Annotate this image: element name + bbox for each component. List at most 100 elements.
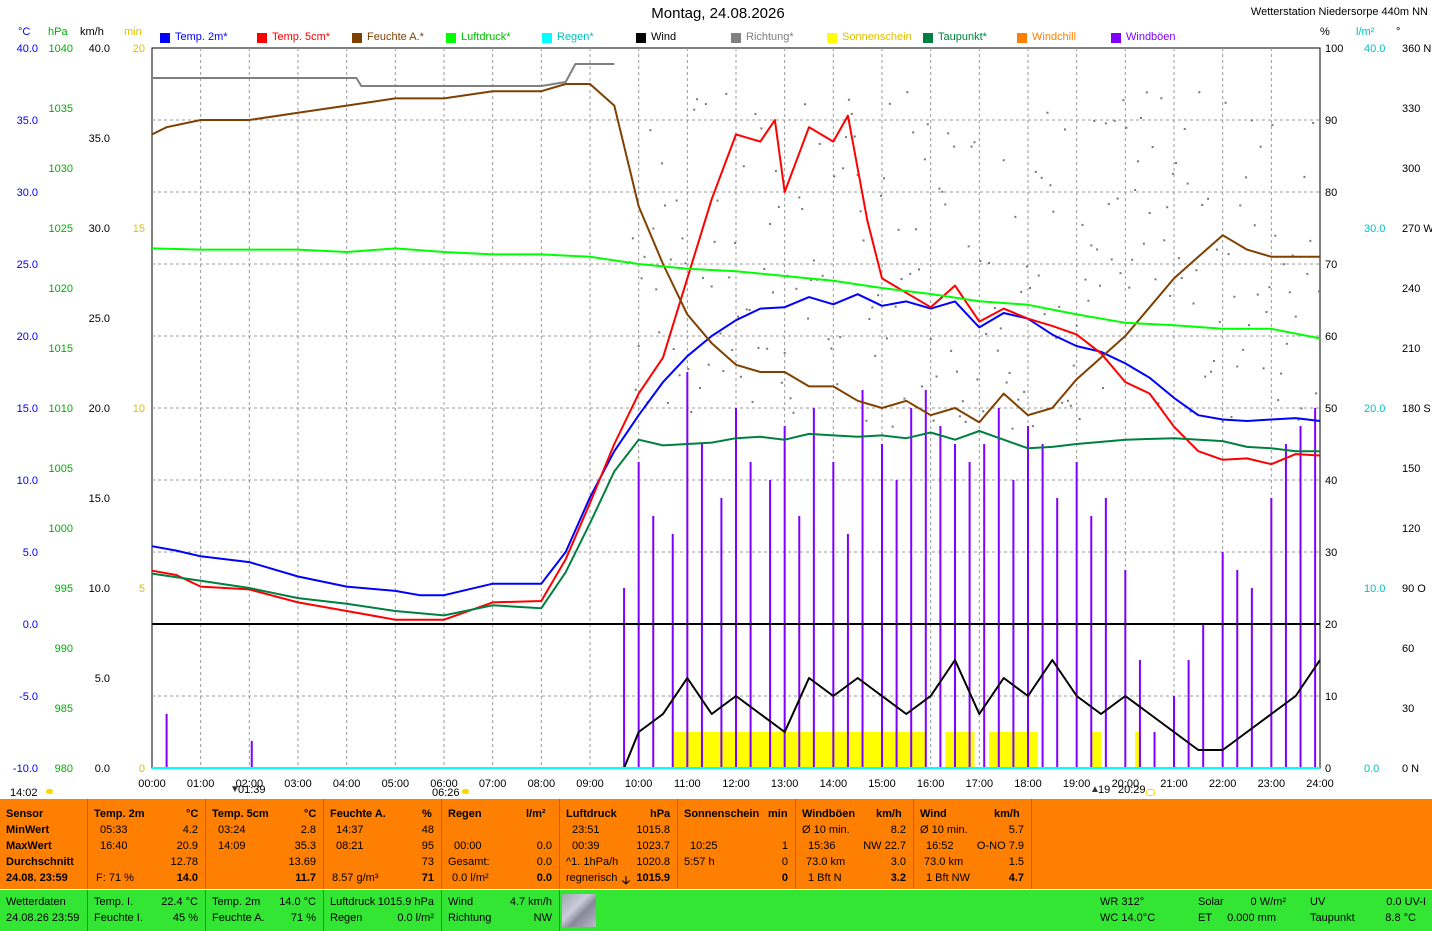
direction-dot (1031, 425, 1034, 428)
dewpoint-value: 8.8 °C (1385, 912, 1416, 924)
windchill-value: WC 14.0°C (1100, 912, 1156, 924)
y-tick-label: 150 (1402, 463, 1420, 475)
y-tick-label: 60 (1402, 643, 1414, 655)
direction-dot (1034, 170, 1037, 173)
rain-value: 0.0 l/m² (397, 912, 434, 924)
y-tick-label: 100 (1325, 43, 1343, 55)
direction-dot (1183, 127, 1186, 130)
direction-dot (874, 354, 877, 357)
direction-dot (1195, 269, 1198, 272)
direction-dot (1285, 342, 1288, 345)
current-timestamp: 24.08.26 23:59 (6, 912, 80, 924)
direction-dot (649, 129, 652, 132)
regen-header: Regen (448, 808, 482, 820)
y-tick-label: 30.0 (1364, 223, 1385, 235)
direction-dot (953, 145, 956, 148)
boeen-max-value: NW 22.7 (863, 840, 906, 852)
legend-swatch (352, 33, 362, 43)
pressure-label: Luftdruck (330, 896, 376, 908)
sunrise-time: 01:39 (238, 784, 266, 796)
boeen-header: Windböen (802, 808, 856, 820)
direction-dot (862, 239, 865, 242)
station-label: Wetterstation Niedersorpe 440m NN (1250, 6, 1428, 18)
direction-dot (818, 142, 821, 145)
row-label-min: MinWert (6, 824, 50, 836)
luftdruck-min-time: 23:51 (572, 824, 600, 836)
direction-dot (774, 169, 777, 172)
direction-dot (1040, 176, 1043, 179)
regen-total: 0.0 (536, 856, 552, 868)
direction-dot (1049, 184, 1052, 187)
temp5cm-unit: °C (304, 808, 317, 820)
y-tick-label: 40 (1325, 475, 1337, 487)
direction-value: NW (533, 912, 552, 924)
direction-dot (696, 98, 699, 101)
direction-dot (742, 165, 745, 168)
luftdruck-current: 1015.9 (636, 872, 670, 884)
direction-dot (1294, 315, 1297, 318)
y-tick-label: 20 (1325, 619, 1337, 631)
luftdruck-unit: hPa (650, 808, 671, 820)
feuchte-min-value: 48 (421, 824, 434, 836)
direction-dot (1116, 197, 1119, 200)
direction-dot (1093, 119, 1096, 122)
direction-dot (920, 385, 923, 388)
direction-dot (1221, 420, 1224, 423)
y-tick-label: 30.0 (17, 187, 38, 199)
direction-dot (1026, 265, 1029, 268)
wind-max-value: O-NO 7.9 (976, 840, 1024, 852)
direction-dot (655, 288, 658, 291)
row-label-max: MaxWert (6, 840, 52, 852)
legend-swatch (827, 33, 837, 43)
et-value: 0.000 mm (1227, 912, 1276, 924)
y-tick-label: 20.0 (89, 403, 110, 415)
direction-dot (731, 348, 734, 351)
temp2m-min-time: 05:33 (100, 824, 128, 836)
direction-dot (1174, 161, 1177, 164)
direction-dot (1139, 116, 1142, 119)
temp-indoor-label: Temp. I. (94, 896, 134, 908)
boeen-unit: km/h (876, 808, 902, 820)
direction-dot (1224, 101, 1227, 104)
pressure-value: 1015.9 hPa (377, 896, 434, 908)
direction-dot (658, 331, 661, 334)
humidity-indoor-value: 45 % (172, 912, 198, 924)
luftdruck-forecast: regnerisch (566, 872, 618, 884)
y-tick-label: 5.0 (95, 673, 110, 685)
direction-dot (643, 255, 646, 258)
current-label: Wetterdaten (6, 896, 66, 908)
direction-dot (675, 199, 678, 202)
direction-dot (1028, 287, 1031, 290)
y-tick-label: 330 (1402, 103, 1420, 115)
direction-dot (807, 317, 810, 320)
feuchte-min-time: 14:37 (336, 824, 364, 836)
boeen-avg10: 8.2 (890, 824, 906, 836)
direction-label: Richtung (448, 912, 492, 924)
y-tick-label: -5.0 (19, 691, 38, 703)
direction-dot (1099, 284, 1102, 287)
direction-dot (1061, 401, 1064, 404)
direction-dot (964, 420, 967, 423)
y-tick-label: 1035 (49, 103, 73, 115)
direction-dot (1046, 111, 1049, 114)
direction-dot (666, 401, 669, 404)
direction-dot (988, 261, 991, 264)
direction-dot (900, 278, 903, 281)
direction-dot (751, 400, 754, 403)
weather-chart: 40.0 35.0 30.0 25.0 20.0 15.0 10.0 5.0 0.0 -5.0 -1… (13, 43, 1432, 790)
direction-dot (798, 196, 801, 199)
direction-dot (634, 388, 637, 391)
direction-dot (944, 203, 947, 206)
legend-label: Sonnenschein (842, 31, 912, 43)
feuchte-avg: 73 (421, 856, 434, 868)
direction-dot (1052, 210, 1055, 213)
direction-dot (789, 397, 792, 400)
regen-total-label: Gesamt: (448, 856, 490, 868)
luftdruck-max-time: 00:39 (572, 840, 600, 852)
sonne-hours: 5:57 h (684, 856, 715, 868)
direction-dot (871, 306, 874, 309)
moon-icon (1146, 789, 1155, 796)
legend-label: Windböen (1126, 31, 1176, 43)
uv-label: UV (1310, 896, 1326, 908)
direction-dot (929, 338, 932, 341)
